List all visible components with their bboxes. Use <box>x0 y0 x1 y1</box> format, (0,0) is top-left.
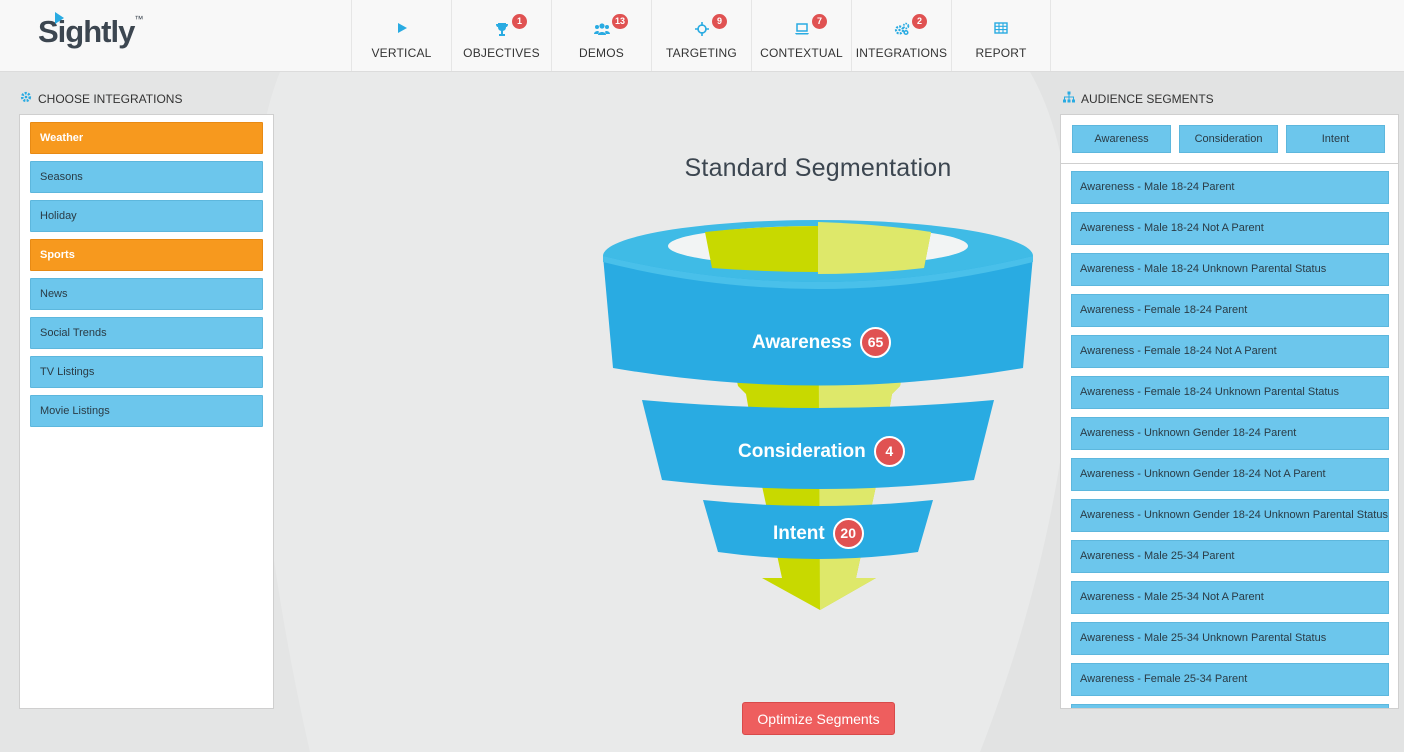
sightly-logo[interactable]: Sightly™ <box>38 14 143 50</box>
crosshairs-icon <box>694 22 709 40</box>
stage-awareness[interactable]: Awareness 65 <box>752 327 891 358</box>
logo-text: Sightly <box>38 14 135 49</box>
integration-social-trends[interactable]: Social Trends <box>30 317 263 349</box>
tab-awareness[interactable]: Awareness <box>1072 125 1171 153</box>
list-item[interactable]: Awareness - Male 25-34 Not A Parent <box>1071 581 1389 614</box>
nav-label: INTEGRATIONS <box>855 46 948 60</box>
cogs-icon <box>894 22 910 40</box>
nav-demos[interactable]: DEMOS 13 <box>551 0 651 71</box>
trophy-icon <box>495 22 509 40</box>
list-item[interactable]: Awareness - Unknown Gender 18-24 Not A P… <box>1071 458 1389 491</box>
list-item[interactable]: Awareness - Female 18-24 Parent <box>1071 294 1389 327</box>
targeting-badge: 9 <box>712 14 727 29</box>
segment-tabs: Awareness Consideration Intent <box>1061 115 1398 164</box>
users-icon <box>593 22 610 40</box>
stage-intent[interactable]: Intent 20 <box>773 518 864 549</box>
segment-list: Awareness - Male 18-24 Parent Awareness … <box>1061 164 1398 708</box>
list-item[interactable]: Awareness - Female 18-24 Not A Parent <box>1071 335 1389 368</box>
nav-label: REPORT <box>975 46 1027 60</box>
top-bar: Sightly™ VERTICAL OBJECTIVES 1 DEMOS 13 <box>0 0 1404 72</box>
stage-count-badge: 4 <box>873 436 905 467</box>
nav-objectives[interactable]: OBJECTIVES 1 <box>451 0 551 71</box>
list-item[interactable]: Awareness - Female 25-34 Parent <box>1071 663 1389 696</box>
integrations-panel: Weather Seasons Holiday Sports News Soci… <box>19 114 274 709</box>
objectives-badge: 1 <box>512 14 527 29</box>
heading-text: CHOOSE INTEGRATIONS <box>38 91 183 106</box>
list-item[interactable]: Awareness - Unknown Gender 18-24 Unknown… <box>1071 499 1389 532</box>
stage-count-badge: 65 <box>860 327 891 358</box>
nav-label: OBJECTIVES <box>463 46 540 60</box>
integration-sports[interactable]: Sports <box>30 239 263 271</box>
audience-segments-panel: Awareness Consideration Intent Awareness… <box>1060 114 1399 709</box>
nav-vertical[interactable]: VERTICAL <box>351 0 451 71</box>
nav-label: DEMOS <box>578 46 624 60</box>
logo-trademark: ™ <box>134 14 143 24</box>
nav-report[interactable]: REPORT <box>951 0 1051 71</box>
audience-segments-heading: AUDIENCE SEGMENTS <box>1063 91 1214 106</box>
table-icon <box>994 22 1008 40</box>
list-item[interactable] <box>1071 704 1389 708</box>
stage-consideration[interactable]: Consideration 4 <box>738 436 905 467</box>
gear-icon <box>20 91 32 106</box>
nav-targeting[interactable]: TARGETING 9 <box>651 0 751 71</box>
nav-label: TARGETING <box>666 46 737 60</box>
integration-movie-listings[interactable]: Movie Listings <box>30 395 263 427</box>
sitemap-icon <box>1063 91 1075 106</box>
stage-count-badge: 20 <box>832 518 864 549</box>
integration-seasons[interactable]: Seasons <box>30 161 263 193</box>
integrations-badge: 2 <box>912 14 927 29</box>
demos-badge: 13 <box>612 14 629 29</box>
stage-label-text: Intent <box>773 522 825 544</box>
contextual-badge: 7 <box>812 14 827 29</box>
main-nav: VERTICAL OBJECTIVES 1 DEMOS 13 TARGETING… <box>351 0 1051 71</box>
list-item[interactable]: Awareness - Male 25-34 Parent <box>1071 540 1389 573</box>
list-item[interactable]: Awareness - Male 18-24 Unknown Parental … <box>1071 253 1389 286</box>
heading-text: AUDIENCE SEGMENTS <box>1081 91 1214 106</box>
integration-weather[interactable]: Weather <box>30 122 263 154</box>
choose-integrations-heading: CHOOSE INTEGRATIONS <box>20 91 182 106</box>
logo-play-icon <box>55 12 64 24</box>
nav-contextual[interactable]: CONTEXTUAL 7 <box>751 0 851 71</box>
optimize-segments-button[interactable]: Optimize Segments <box>742 702 895 735</box>
nav-integrations[interactable]: INTEGRATIONS 2 <box>851 0 951 71</box>
play-icon <box>396 22 408 40</box>
list-item[interactable]: Awareness - Male 18-24 Parent <box>1071 171 1389 204</box>
stage-label-text: Consideration <box>738 440 866 462</box>
integration-tv-listings[interactable]: TV Listings <box>30 356 263 388</box>
list-item[interactable]: Awareness - Male 18-24 Not A Parent <box>1071 212 1389 245</box>
tab-intent[interactable]: Intent <box>1286 125 1385 153</box>
list-item[interactable]: Awareness - Female 18-24 Unknown Parenta… <box>1071 376 1389 409</box>
tab-consideration[interactable]: Consideration <box>1179 125 1278 153</box>
integration-news[interactable]: News <box>30 278 263 310</box>
funnel-title: Standard Segmentation <box>684 154 952 182</box>
list-item[interactable]: Awareness - Unknown Gender 18-24 Parent <box>1071 417 1389 450</box>
list-item[interactable]: Awareness - Male 25-34 Unknown Parental … <box>1071 622 1389 655</box>
nav-label: CONTEXTUAL <box>760 46 843 60</box>
integration-holiday[interactable]: Holiday <box>30 200 263 232</box>
nav-label: VERTICAL <box>371 46 432 60</box>
segmentation-funnel <box>603 220 1033 610</box>
stage-label-text: Awareness <box>752 331 852 353</box>
laptop-icon <box>794 22 810 40</box>
